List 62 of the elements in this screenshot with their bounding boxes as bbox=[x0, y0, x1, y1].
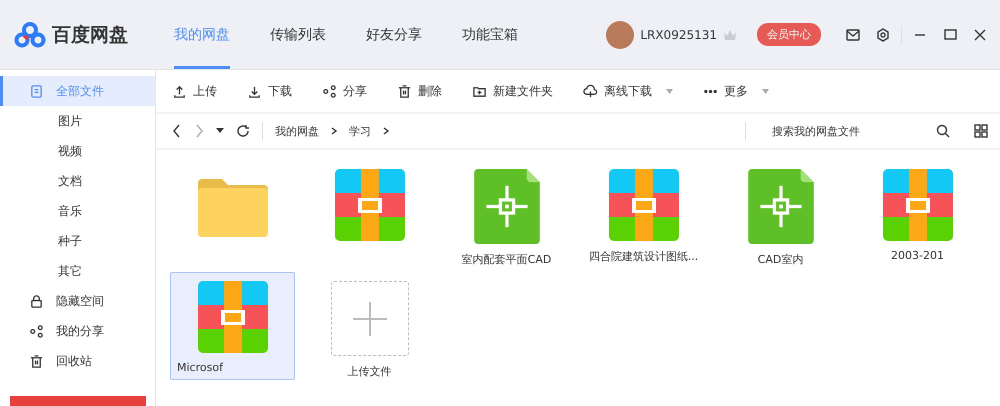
file-name: Microsof bbox=[177, 361, 223, 374]
avatar[interactable] bbox=[606, 20, 634, 48]
file-tile[interactable]: CAD室内 bbox=[718, 160, 843, 268]
file-name: 室内配套平面CAD bbox=[462, 252, 552, 267]
archive-icon bbox=[882, 169, 952, 241]
user-name: LRX0925131 bbox=[640, 28, 717, 42]
chevron-icon bbox=[331, 127, 337, 135]
cad-file-icon bbox=[746, 169, 816, 244]
file-tile[interactable]: Microsof bbox=[170, 272, 295, 380]
nav-tab[interactable]: 传输列表 bbox=[270, 0, 326, 69]
toolbar-button[interactable]: 分享 bbox=[322, 82, 367, 100]
sidebar-item[interactable]: 视频 bbox=[0, 136, 155, 166]
crown-icon bbox=[723, 28, 737, 40]
breadcrumb-link[interactable]: 我的网盘 bbox=[275, 124, 319, 138]
cad-file-icon bbox=[472, 169, 542, 244]
cloud-icon bbox=[583, 84, 598, 98]
breadcrumb-link[interactable]: 学习 bbox=[349, 124, 371, 138]
document-icon bbox=[29, 84, 44, 98]
sidebar-item[interactable]: 回收站 bbox=[0, 346, 155, 376]
toolbar-button[interactable]: 新建文件夹 bbox=[472, 82, 553, 100]
caret-icon[interactable] bbox=[216, 128, 224, 134]
trash-icon bbox=[29, 354, 44, 368]
archive-icon bbox=[334, 169, 404, 241]
file-name: CAD室内 bbox=[758, 252, 804, 267]
nav-tab[interactable]: 好友分享 bbox=[366, 0, 422, 69]
archive-icon bbox=[198, 281, 268, 353]
trash-icon bbox=[397, 84, 412, 98]
toolbar-button[interactable]: 更多 bbox=[703, 82, 769, 100]
plus-icon bbox=[352, 302, 386, 336]
upload-icon bbox=[172, 84, 187, 98]
nav-tab[interactable]: 功能宝箱 bbox=[462, 0, 518, 69]
chevron-icon bbox=[383, 127, 389, 135]
toolbar-button[interactable]: 上传 bbox=[172, 82, 217, 100]
cloud-logo-icon bbox=[14, 22, 46, 48]
file-name: 四合院建筑设计图纸... bbox=[588, 249, 698, 264]
app-name: 百度网盘 bbox=[52, 22, 128, 48]
sidebar-item[interactable]: 我的分享 bbox=[0, 316, 155, 346]
toolbar-button[interactable]: 离线下载 bbox=[583, 82, 673, 100]
lock-icon bbox=[29, 294, 44, 308]
sidebar-item[interactable]: 音乐 bbox=[0, 196, 155, 226]
file-tile[interactable]: 2003-201 bbox=[855, 160, 980, 268]
share-icon bbox=[29, 324, 44, 338]
sidebar-item[interactable]: 图片 bbox=[0, 106, 155, 136]
file-name: 2003-201 bbox=[891, 249, 944, 262]
toolbar-button[interactable]: 删除 bbox=[397, 82, 442, 100]
refresh-icon[interactable] bbox=[236, 124, 250, 138]
file-tile[interactable]: 室内配套平面CAD bbox=[444, 160, 569, 268]
share-icon bbox=[322, 84, 337, 98]
grid-view-icon[interactable] bbox=[974, 124, 988, 138]
vip-center-button[interactable]: 会员中心 bbox=[757, 23, 821, 46]
sidebar-item[interactable]: 隐藏空间 bbox=[0, 286, 155, 316]
search-icon[interactable] bbox=[936, 124, 950, 138]
sidebar-item[interactable]: 文档 bbox=[0, 166, 155, 196]
file-name: 上传文件 bbox=[348, 364, 392, 379]
back-icon[interactable] bbox=[172, 124, 182, 138]
folder-icon bbox=[198, 179, 268, 237]
file-tile[interactable]: 上传文件 bbox=[307, 272, 432, 380]
archive-icon bbox=[608, 169, 678, 241]
toolbar-button[interactable]: 下载 bbox=[247, 82, 292, 100]
sidebar-item[interactable]: 种子 bbox=[0, 226, 155, 256]
file-tile[interactable]: 四合院建筑设计图纸... bbox=[581, 160, 706, 268]
sidebar-item[interactable]: 其它 bbox=[0, 256, 155, 286]
